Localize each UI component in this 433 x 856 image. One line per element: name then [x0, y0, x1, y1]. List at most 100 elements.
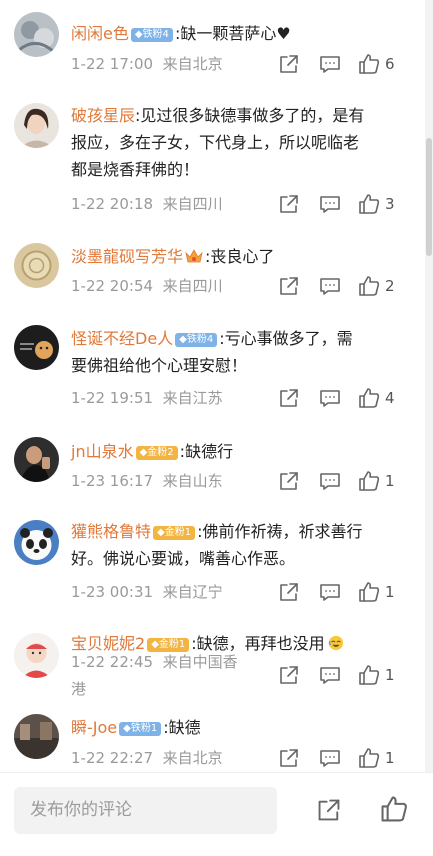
comment-location: 来自北京: [162, 749, 223, 767]
comment-content-line: 都是烧香拜佛的！: [71, 160, 200, 179]
comment-meta: 1-22 22:45 来自中国香 港: [71, 651, 238, 699]
comment-text: 破孩星辰:见过很多缺德事做多了的，是有 报应，多在子女，下代身上，所以呢临老 都…: [71, 102, 396, 183]
avatar[interactable]: [14, 437, 59, 482]
comment-content: :缺德: [163, 718, 201, 737]
comment-actions: 3: [278, 193, 408, 217]
comment-location: 来自山东: [162, 472, 223, 490]
comment-actions: 1: [278, 747, 408, 771]
avatar[interactable]: [14, 714, 59, 759]
comment-date: 1-23 16:17: [71, 472, 154, 490]
like-count: 3: [385, 195, 395, 213]
comment-icon[interactable]: [319, 470, 341, 492]
comment-icon[interactable]: [319, 387, 341, 409]
thumbs-up-icon[interactable]: [358, 747, 380, 769]
comment-location-continued: 港: [71, 680, 87, 698]
comment-meta: 1-22 17:00 来自北京: [71, 53, 223, 74]
comment-icon[interactable]: [319, 193, 341, 215]
fan-badge: ◆金粉2: [135, 446, 178, 460]
avatar[interactable]: [14, 633, 59, 678]
username-link[interactable]: jn山泉水: [71, 442, 134, 461]
fan-badge: ◆铁粉4: [175, 333, 218, 347]
avatar[interactable]: [14, 103, 59, 148]
username-link[interactable]: 破孩星辰: [71, 106, 135, 125]
comment-date: 1-22 19:51: [71, 389, 154, 407]
share-icon[interactable]: [278, 53, 300, 75]
comment-date: 1-22 20:18: [71, 195, 154, 213]
like-count: 1: [385, 749, 395, 767]
share-icon[interactable]: [316, 797, 342, 823]
like-count: 1: [385, 472, 395, 490]
share-icon[interactable]: [278, 387, 300, 409]
share-icon[interactable]: [278, 275, 300, 297]
comment-location: 来自江苏: [162, 389, 223, 407]
comment-content: :缺德行: [179, 442, 234, 461]
comment-date: 1-22 17:00: [71, 55, 154, 73]
comment-text: 淡墨龍砚写芳华:丧良心了: [71, 243, 396, 270]
comment-meta: 1-23 00:31 来自辽宁: [71, 581, 223, 602]
fan-badge: ◆金粉1: [147, 638, 190, 652]
comment-icon[interactable]: [319, 275, 341, 297]
comment-icon[interactable]: [319, 664, 341, 686]
like-count: 2: [385, 277, 395, 295]
share-icon[interactable]: [278, 664, 300, 686]
comment-list[interactable]: 闲闲e色 ◆铁粉4:缺一颗菩萨心♥ 1-22 17:00 来自北京 6 破孩星辰:…: [0, 0, 425, 772]
fan-badge-label: 铁粉4: [186, 334, 214, 345]
username-link[interactable]: 瞬-Joe: [71, 718, 117, 737]
share-icon[interactable]: [278, 581, 300, 603]
avatar[interactable]: [14, 12, 59, 57]
comment-meta: 1-22 19:51 来自江苏: [71, 387, 223, 408]
comment-meta: 1-22 22:27 来自北京: [71, 747, 223, 768]
comment-content-line: :见过很多缺德事做多了的，是有: [135, 106, 365, 125]
thumbs-up-icon[interactable]: [358, 581, 380, 603]
thumbs-up-icon[interactable]: [358, 53, 380, 75]
comment-icon[interactable]: [319, 581, 341, 603]
avatar[interactable]: [14, 325, 59, 370]
comment-actions: 6: [278, 53, 408, 77]
fan-badge-label: 金粉1: [164, 527, 192, 538]
username-link[interactable]: 怪诞不经De人: [71, 329, 173, 348]
comment-meta: 1-22 20:54 来自四川: [71, 275, 223, 296]
comment-actions: 1: [278, 470, 408, 494]
comment-location: 来自四川: [162, 277, 223, 295]
thumbs-up-icon[interactable]: [358, 387, 380, 409]
comment-actions: 1: [278, 581, 408, 605]
fan-badge: ◆铁粉4: [130, 28, 173, 42]
avatar[interactable]: [14, 520, 59, 565]
comment-actions: 1: [278, 664, 408, 688]
comment-content-line: 报应，多在子女，下代身上，所以呢临老: [71, 133, 360, 152]
like-count: 4: [385, 389, 395, 407]
comment-content-line: :佛前作祈祷，祈求善行: [197, 522, 363, 541]
share-icon[interactable]: [278, 193, 300, 215]
comment-content-line: :亏心事做多了，需: [219, 329, 353, 348]
comment-actions: 2: [278, 275, 408, 299]
comment-text: 闲闲e色 ◆铁粉4:缺一颗菩萨心♥: [71, 20, 396, 47]
fan-badge-label: 铁粉1: [130, 723, 158, 734]
scrollbar-thumb[interactable]: [426, 138, 432, 256]
thumbs-up-icon[interactable]: [358, 470, 380, 492]
avatar[interactable]: [14, 243, 59, 288]
like-count: 1: [385, 666, 395, 684]
comment-location: 来自中国香: [162, 653, 238, 671]
thumbs-up-icon[interactable]: [358, 275, 380, 297]
comment-date: 1-22 20:54: [71, 277, 154, 295]
comment-date: 1-22 22:27: [71, 749, 154, 767]
like-count: 1: [385, 583, 395, 601]
thumbs-up-icon[interactable]: [380, 795, 408, 823]
fan-badge: ◆铁粉1: [119, 722, 162, 736]
username-link[interactable]: 闲闲e色: [71, 24, 129, 43]
comment-icon[interactable]: [319, 53, 341, 75]
comment-icon[interactable]: [319, 747, 341, 769]
username-link[interactable]: 淡墨龍砚写芳华: [71, 247, 183, 266]
comment-input[interactable]: 发布你的评论: [14, 787, 277, 834]
thumbs-up-icon[interactable]: [358, 193, 380, 215]
like-count: 6: [385, 55, 395, 73]
thumbs-up-icon[interactable]: [358, 664, 380, 686]
share-icon[interactable]: [278, 470, 300, 492]
scrollbar[interactable]: [425, 0, 433, 772]
comment-meta: 1-22 20:18 来自四川: [71, 193, 223, 214]
comment-location: 来自四川: [162, 195, 223, 213]
comment-date: 1-22 22:45: [71, 653, 154, 671]
fan-badge-label: 金粉1: [158, 639, 186, 650]
username-link[interactable]: 獾熊格鲁特: [71, 522, 151, 541]
share-icon[interactable]: [278, 747, 300, 769]
